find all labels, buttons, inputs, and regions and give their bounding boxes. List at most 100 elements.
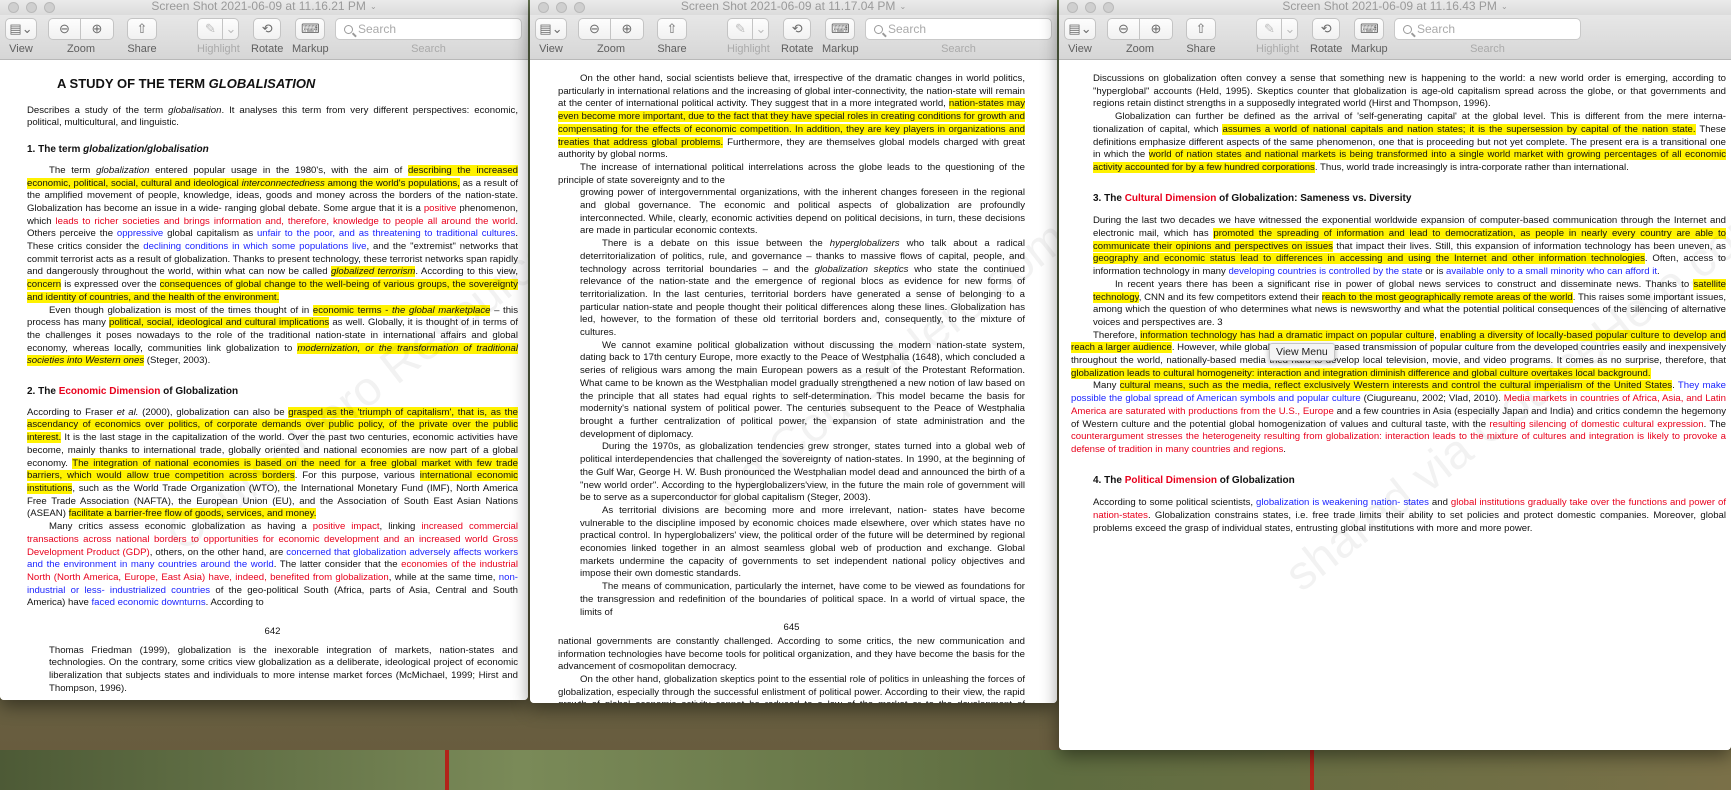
highlight-menu-button[interactable]: ⌄	[1282, 18, 1299, 40]
paragraph: The means of communication, particularly…	[580, 581, 1025, 619]
markup-label: Markup	[822, 43, 859, 55]
section-heading: 4. The Political Dimension of Globalizat…	[1093, 474, 1295, 486]
share-button[interactable]: ⇧	[1186, 18, 1216, 40]
text-run: The increase of international political …	[558, 161, 1025, 186]
text-run: entered popular usage in the 1980's, wit…	[149, 164, 408, 176]
markup-button[interactable]: ⌨	[295, 18, 326, 40]
window-titlebar[interactable]: Screen Shot 2021-06-09 at 11.17.04 PM ⌄	[530, 0, 1057, 15]
preview-window-2: Screen Shot 2021-06-09 at 11.17.04 PM ⌄ ▤…	[530, 0, 1057, 703]
window-titlebar[interactable]: Screen Shot 2021-06-09 at 11.16.43 PM ⌄	[1059, 0, 1731, 15]
text-run: (Ciugureanu, 2002; Vlad, 2010).	[1360, 393, 1504, 405]
zoom-in-button[interactable]: ⊕	[611, 18, 644, 40]
text-run: et al.	[116, 406, 139, 418]
highlight-menu-button[interactable]: ⌄	[753, 18, 770, 40]
close-window-button[interactable]	[8, 2, 19, 13]
zoom-window-button[interactable]	[574, 2, 585, 13]
text-run: global capitalism as	[163, 228, 257, 240]
text-run: , while at the same time,	[388, 571, 499, 583]
text-run: On the other hand, globalization skeptic…	[558, 674, 1025, 703]
highlighted-text: globalized terrorism	[330, 266, 416, 278]
colored-text: leads to richer societies and brings inf…	[55, 215, 516, 227]
markup-button[interactable]: ⌨	[1354, 18, 1385, 40]
highlight-menu-button[interactable]: ⌄	[223, 18, 240, 40]
search-field[interactable]: Search	[335, 18, 522, 40]
view-menu-tooltip[interactable]: View Menu	[1269, 343, 1335, 361]
paragraph: Many cultural means, such as the media, …	[1071, 380, 1726, 456]
chevron-down-icon[interactable]: ⌄	[370, 2, 377, 11]
text-run: As territorial divisions are becoming mo…	[580, 504, 1025, 580]
paragraph: Thomas Friedman (1999), globalization is…	[49, 645, 518, 696]
window-titlebar[interactable]: Screen Shot 2021-06-09 at 11.16.21 PM ⌄	[0, 0, 528, 15]
paragraph: According to Fraser et al. (2000), globa…	[27, 406, 519, 521]
rotate-icon: ⟲	[791, 21, 803, 36]
chevron-down-icon[interactable]: ⌄	[899, 2, 906, 11]
view-label: View	[539, 43, 563, 55]
search-icon	[874, 24, 883, 34]
highlight-button[interactable]: ✎	[1256, 18, 1283, 40]
search-field[interactable]: Search	[865, 18, 1052, 40]
zoom-in-button[interactable]: ⊕	[81, 18, 114, 40]
minimize-window-button[interactable]	[556, 2, 567, 13]
colored-text: declining conditions in which some popul…	[143, 241, 367, 253]
zoom-out-icon: ⊖	[1118, 21, 1129, 36]
share-button[interactable]: ⇧	[657, 18, 687, 40]
text-run: . The latter consider that the	[273, 559, 402, 571]
view-button[interactable]: ▤⌄	[535, 18, 567, 40]
text-run: .	[1283, 443, 1286, 455]
colored-text: positive impact	[312, 521, 380, 533]
rotate-icon: ⟲	[261, 21, 273, 36]
chevron-down-icon[interactable]: ⌄	[1501, 2, 1508, 11]
highlighted-text: facilitate a barrier-free flow of goods,…	[68, 508, 317, 520]
rotate-icon: ⟲	[1320, 21, 1332, 36]
text-run: . For this purpose, various	[294, 470, 420, 482]
zoom-window-button[interactable]	[44, 2, 55, 13]
paragraph: On the other hand, social scientists bel…	[558, 73, 1025, 162]
text-run: , CNN and its few competitors extend the…	[1138, 291, 1322, 303]
minimize-window-button[interactable]	[26, 2, 37, 13]
toolbox-icon: ⌨	[300, 21, 320, 36]
view-button[interactable]: ▤⌄	[5, 18, 37, 40]
window-title: Screen Shot 2021-06-09 at 11.16.21 PM	[151, 0, 366, 13]
search-icon	[1403, 24, 1412, 34]
search-label: Search	[941, 43, 976, 55]
colored-text: unfair to the poor, and as threatening t…	[256, 228, 516, 240]
zoom-label: Zoom	[66, 43, 96, 55]
document-page: shared via CourseHero.com Discussions on…	[1059, 61, 1731, 750]
zoom-out-icon: ⊖	[589, 21, 600, 36]
rotate-button[interactable]: ⟲	[253, 18, 282, 40]
share-label: Share	[657, 43, 687, 55]
view-label: View	[9, 43, 33, 55]
section-heading: 1. The term globalization/globalisation	[27, 144, 209, 156]
share-button[interactable]: ⇧	[127, 18, 157, 40]
paragraph: During the 1970s, as globalization tende…	[580, 441, 1025, 505]
text-run: Many critics assess economic globalizati…	[49, 521, 313, 533]
toolbox-icon: ⌨	[830, 21, 850, 36]
zoom-in-icon: ⊕	[621, 21, 633, 36]
text-run: . The	[1703, 418, 1726, 430]
close-window-button[interactable]	[1067, 2, 1078, 13]
toolbar: ▤⌄ View ⊖ ⊕ Zoom ⇧ Share ✎ ⌄ Highlight ⟲…	[1059, 15, 1731, 60]
wallpaper-flower-stem	[1310, 750, 1314, 790]
markup-button[interactable]: ⌨	[825, 18, 856, 40]
view-button[interactable]: ▤⌄	[1064, 18, 1096, 40]
zoom-window-button[interactable]	[1103, 2, 1114, 13]
highlighted-text: reach to the most geographically remote …	[1321, 291, 1573, 303]
zoom-out-button[interactable]: ⊖	[48, 18, 81, 40]
search-field[interactable]: Search	[1394, 18, 1581, 40]
wallpaper-flower-stem	[445, 750, 449, 790]
view-label: View	[1068, 43, 1092, 55]
minimize-window-button[interactable]	[1085, 2, 1096, 13]
highlight-button[interactable]: ✎	[197, 18, 224, 40]
colored-text: resulting silencing of domestic cultural…	[1489, 418, 1704, 430]
zoom-in-button[interactable]: ⊕	[1140, 18, 1173, 40]
close-window-button[interactable]	[538, 2, 549, 13]
text-run: The term	[49, 164, 97, 176]
rotate-label: Rotate	[781, 43, 814, 55]
search-icon	[344, 24, 353, 34]
rotate-label: Rotate	[251, 43, 284, 55]
highlight-button[interactable]: ✎	[727, 18, 754, 40]
zoom-out-button[interactable]: ⊖	[578, 18, 611, 40]
rotate-button[interactable]: ⟲	[1312, 18, 1341, 40]
zoom-out-button[interactable]: ⊖	[1107, 18, 1140, 40]
rotate-button[interactable]: ⟲	[783, 18, 812, 40]
